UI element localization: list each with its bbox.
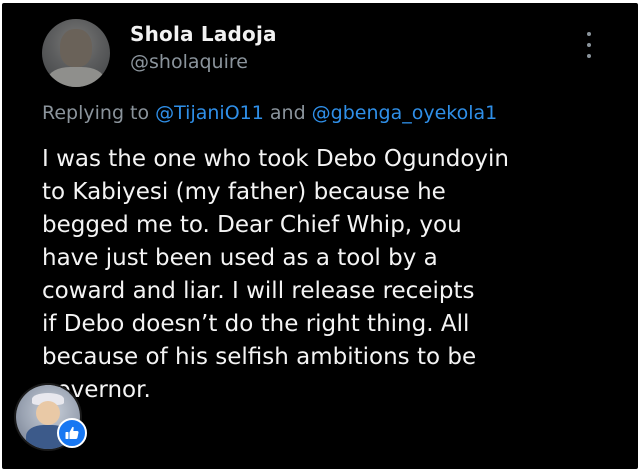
reactor-avatar-face-shape [36,401,60,425]
author-display-name[interactable]: Shola Ladoja [130,22,277,46]
tweet-card: Shola Ladoja @sholaquire Replying to @Ti… [2,3,638,469]
replying-to-label: Replying to [42,102,156,124]
thumbs-up-glyph [65,426,79,439]
tweet-text-line: have just been used as a tool by a [42,245,438,271]
thumbs-up-icon[interactable] [57,418,87,448]
more-dot [587,54,591,58]
tweet-text-line: because of his selfish ambitions to be [42,344,477,370]
avatar-shoulders-shape [48,67,104,87]
replying-to-line: Replying to @TijaniO11 and @gbenga_oyeko… [42,102,497,124]
more-dot [587,43,591,47]
tweet-text-line: to Kabiyesi (my father) because he [42,179,446,205]
tweet-text-line: begged me to. Dear Chief Whip, you [42,212,462,238]
tweet-text-line: I was the one who took Debo Ogundoyin [42,146,509,172]
replying-to-joiner: and [263,102,312,124]
tweet-text-line: if Debo doesn’t do the right thing. All [42,311,470,337]
mention-link-gbenga[interactable]: @gbenga_oyekola1 [312,102,498,124]
mention-link-tijani[interactable]: @TijaniO11 [155,102,264,124]
author-avatar[interactable] [42,19,110,87]
tweet-text: I was the one who took Debo Ogundoyin to… [42,143,612,407]
author-handle[interactable]: @sholaquire [130,51,248,73]
tweet-text-line: coward and liar. I will release receipts [42,278,475,304]
more-vertical-icon[interactable] [584,32,594,58]
avatar-head-shape [60,29,92,67]
tweet-text-line: governor. [42,377,151,403]
more-dot [587,32,591,36]
